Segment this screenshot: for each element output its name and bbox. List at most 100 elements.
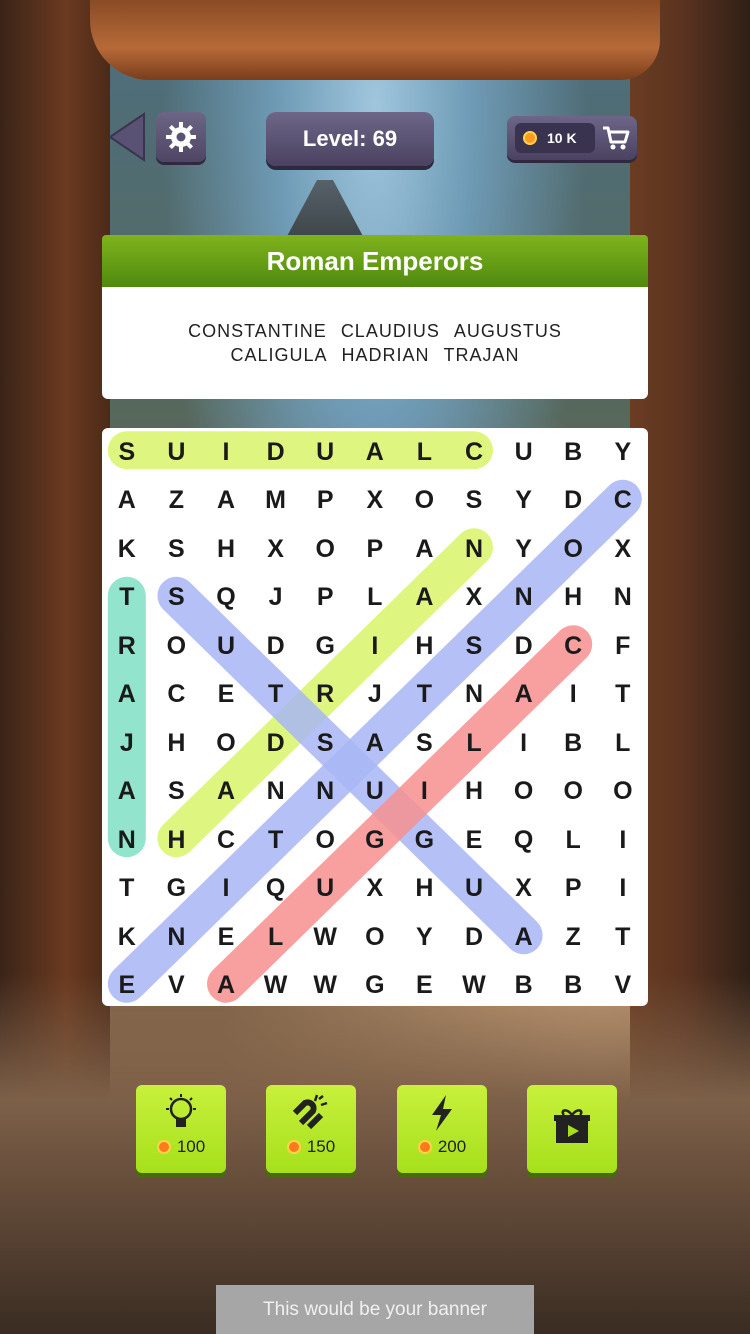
grid-cell[interactable]: X — [499, 865, 549, 914]
grid-cell[interactable]: I — [201, 865, 251, 914]
grid-cell[interactable]: Y — [499, 477, 549, 526]
grid-cell[interactable]: A — [201, 768, 251, 817]
grid-cell[interactable]: G — [152, 865, 202, 914]
grid-cell[interactable]: X — [350, 477, 400, 526]
grid-cell[interactable]: N — [449, 525, 499, 574]
grid-cell[interactable]: L — [251, 913, 301, 962]
grid-cell[interactable]: D — [499, 622, 549, 671]
grid-cell[interactable]: E — [400, 962, 450, 1011]
grid-cell[interactable]: A — [499, 671, 549, 720]
grid-cell[interactable]: N — [102, 816, 152, 865]
grid-cell[interactable]: H — [400, 622, 450, 671]
grid-cell[interactable]: S — [152, 574, 202, 623]
grid-cell[interactable]: T — [598, 671, 648, 720]
grid-cell[interactable]: O — [300, 525, 350, 574]
grid-cell[interactable]: O — [598, 768, 648, 817]
grid-cell[interactable]: I — [400, 768, 450, 817]
grid-cell[interactable]: U — [449, 865, 499, 914]
grid-cell[interactable]: X — [598, 525, 648, 574]
grid-cell[interactable]: S — [449, 477, 499, 526]
grid-cell[interactable]: S — [449, 622, 499, 671]
grid-cell[interactable]: N — [449, 671, 499, 720]
grid-cell[interactable]: I — [201, 428, 251, 477]
grid-cell[interactable]: R — [300, 671, 350, 720]
coin-shop-button[interactable]: 10 K — [507, 116, 637, 160]
grid-cell[interactable]: X — [350, 865, 400, 914]
grid-cell[interactable]: V — [152, 962, 202, 1011]
grid-cell[interactable]: U — [350, 768, 400, 817]
grid-cell[interactable]: Y — [499, 525, 549, 574]
grid-cell[interactable]: S — [300, 719, 350, 768]
grid-cell[interactable]: L — [400, 428, 450, 477]
grid-cell[interactable]: D — [449, 913, 499, 962]
grid-cell[interactable]: T — [251, 671, 301, 720]
grid-cell[interactable]: I — [548, 671, 598, 720]
grid-cell[interactable]: T — [102, 865, 152, 914]
grid-cell[interactable]: G — [350, 962, 400, 1011]
grid-cell[interactable]: A — [350, 719, 400, 768]
grid-cell[interactable]: A — [400, 525, 450, 574]
grid-cell[interactable]: S — [152, 525, 202, 574]
grid-cell[interactable]: P — [548, 865, 598, 914]
grid-cell[interactable]: S — [152, 768, 202, 817]
grid-cell[interactable]: A — [102, 768, 152, 817]
grid-cell[interactable]: D — [251, 622, 301, 671]
grid-cell[interactable]: U — [300, 428, 350, 477]
grid-cell[interactable]: N — [598, 574, 648, 623]
grid-cell[interactable]: B — [499, 962, 549, 1011]
grid-cell[interactable]: C — [598, 477, 648, 526]
grid-cell[interactable]: Q — [251, 865, 301, 914]
grid-cell[interactable]: F — [598, 622, 648, 671]
grid-cell[interactable]: W — [449, 962, 499, 1011]
grid-cell[interactable]: B — [548, 719, 598, 768]
grid-cell[interactable]: L — [449, 719, 499, 768]
grid-cell[interactable]: H — [201, 525, 251, 574]
grid-cell[interactable]: W — [300, 962, 350, 1011]
grid-cell[interactable]: O — [300, 816, 350, 865]
grid-cell[interactable]: Y — [598, 428, 648, 477]
grid-cell[interactable]: I — [598, 816, 648, 865]
grid-cell[interactable]: U — [152, 428, 202, 477]
grid-cell[interactable]: U — [201, 622, 251, 671]
grid-cell[interactable]: E — [102, 962, 152, 1011]
grid-cell[interactable]: R — [102, 622, 152, 671]
grid-cell[interactable]: O — [152, 622, 202, 671]
grid-cell[interactable]: U — [300, 865, 350, 914]
grid-cell[interactable]: P — [350, 525, 400, 574]
grid-cell[interactable]: T — [400, 671, 450, 720]
watch-video-reward-button[interactable] — [527, 1085, 617, 1173]
grid-cell[interactable]: L — [548, 816, 598, 865]
grid-cell[interactable]: V — [598, 962, 648, 1011]
grid-cell[interactable]: O — [350, 913, 400, 962]
settings-button[interactable] — [156, 112, 206, 162]
grid-cell[interactable]: P — [300, 574, 350, 623]
grid-cell[interactable]: L — [598, 719, 648, 768]
magnet-powerup-button[interactable]: 150 — [266, 1085, 356, 1173]
grid-cell[interactable]: A — [499, 913, 549, 962]
grid-cell[interactable]: X — [251, 525, 301, 574]
grid-cell[interactable]: U — [499, 428, 549, 477]
grid-cell[interactable]: E — [201, 913, 251, 962]
grid-cell[interactable]: P — [300, 477, 350, 526]
grid-cell[interactable]: H — [548, 574, 598, 623]
grid-cell[interactable]: O — [548, 768, 598, 817]
grid-cell[interactable]: C — [152, 671, 202, 720]
grid-cell[interactable]: T — [102, 574, 152, 623]
grid-cell[interactable]: L — [350, 574, 400, 623]
grid-cell[interactable]: Q — [201, 574, 251, 623]
grid-cell[interactable]: O — [548, 525, 598, 574]
letter-grid[interactable]: SUIDUALCUBYAZAMPXOSYDCKSHXOPANYOXTSQJPLA… — [102, 428, 648, 1006]
grid-cell[interactable]: M — [251, 477, 301, 526]
grid-cell[interactable]: O — [499, 768, 549, 817]
grid-cell[interactable]: A — [201, 962, 251, 1011]
grid-cell[interactable]: S — [102, 428, 152, 477]
grid-cell[interactable]: I — [598, 865, 648, 914]
grid-cell[interactable]: Z — [548, 913, 598, 962]
grid-cell[interactable]: Y — [400, 913, 450, 962]
grid-cell[interactable]: A — [102, 671, 152, 720]
grid-cell[interactable]: I — [499, 719, 549, 768]
grid-cell[interactable]: N — [300, 768, 350, 817]
grid-cell[interactable]: S — [400, 719, 450, 768]
grid-cell[interactable]: N — [499, 574, 549, 623]
grid-cell[interactable]: O — [400, 477, 450, 526]
